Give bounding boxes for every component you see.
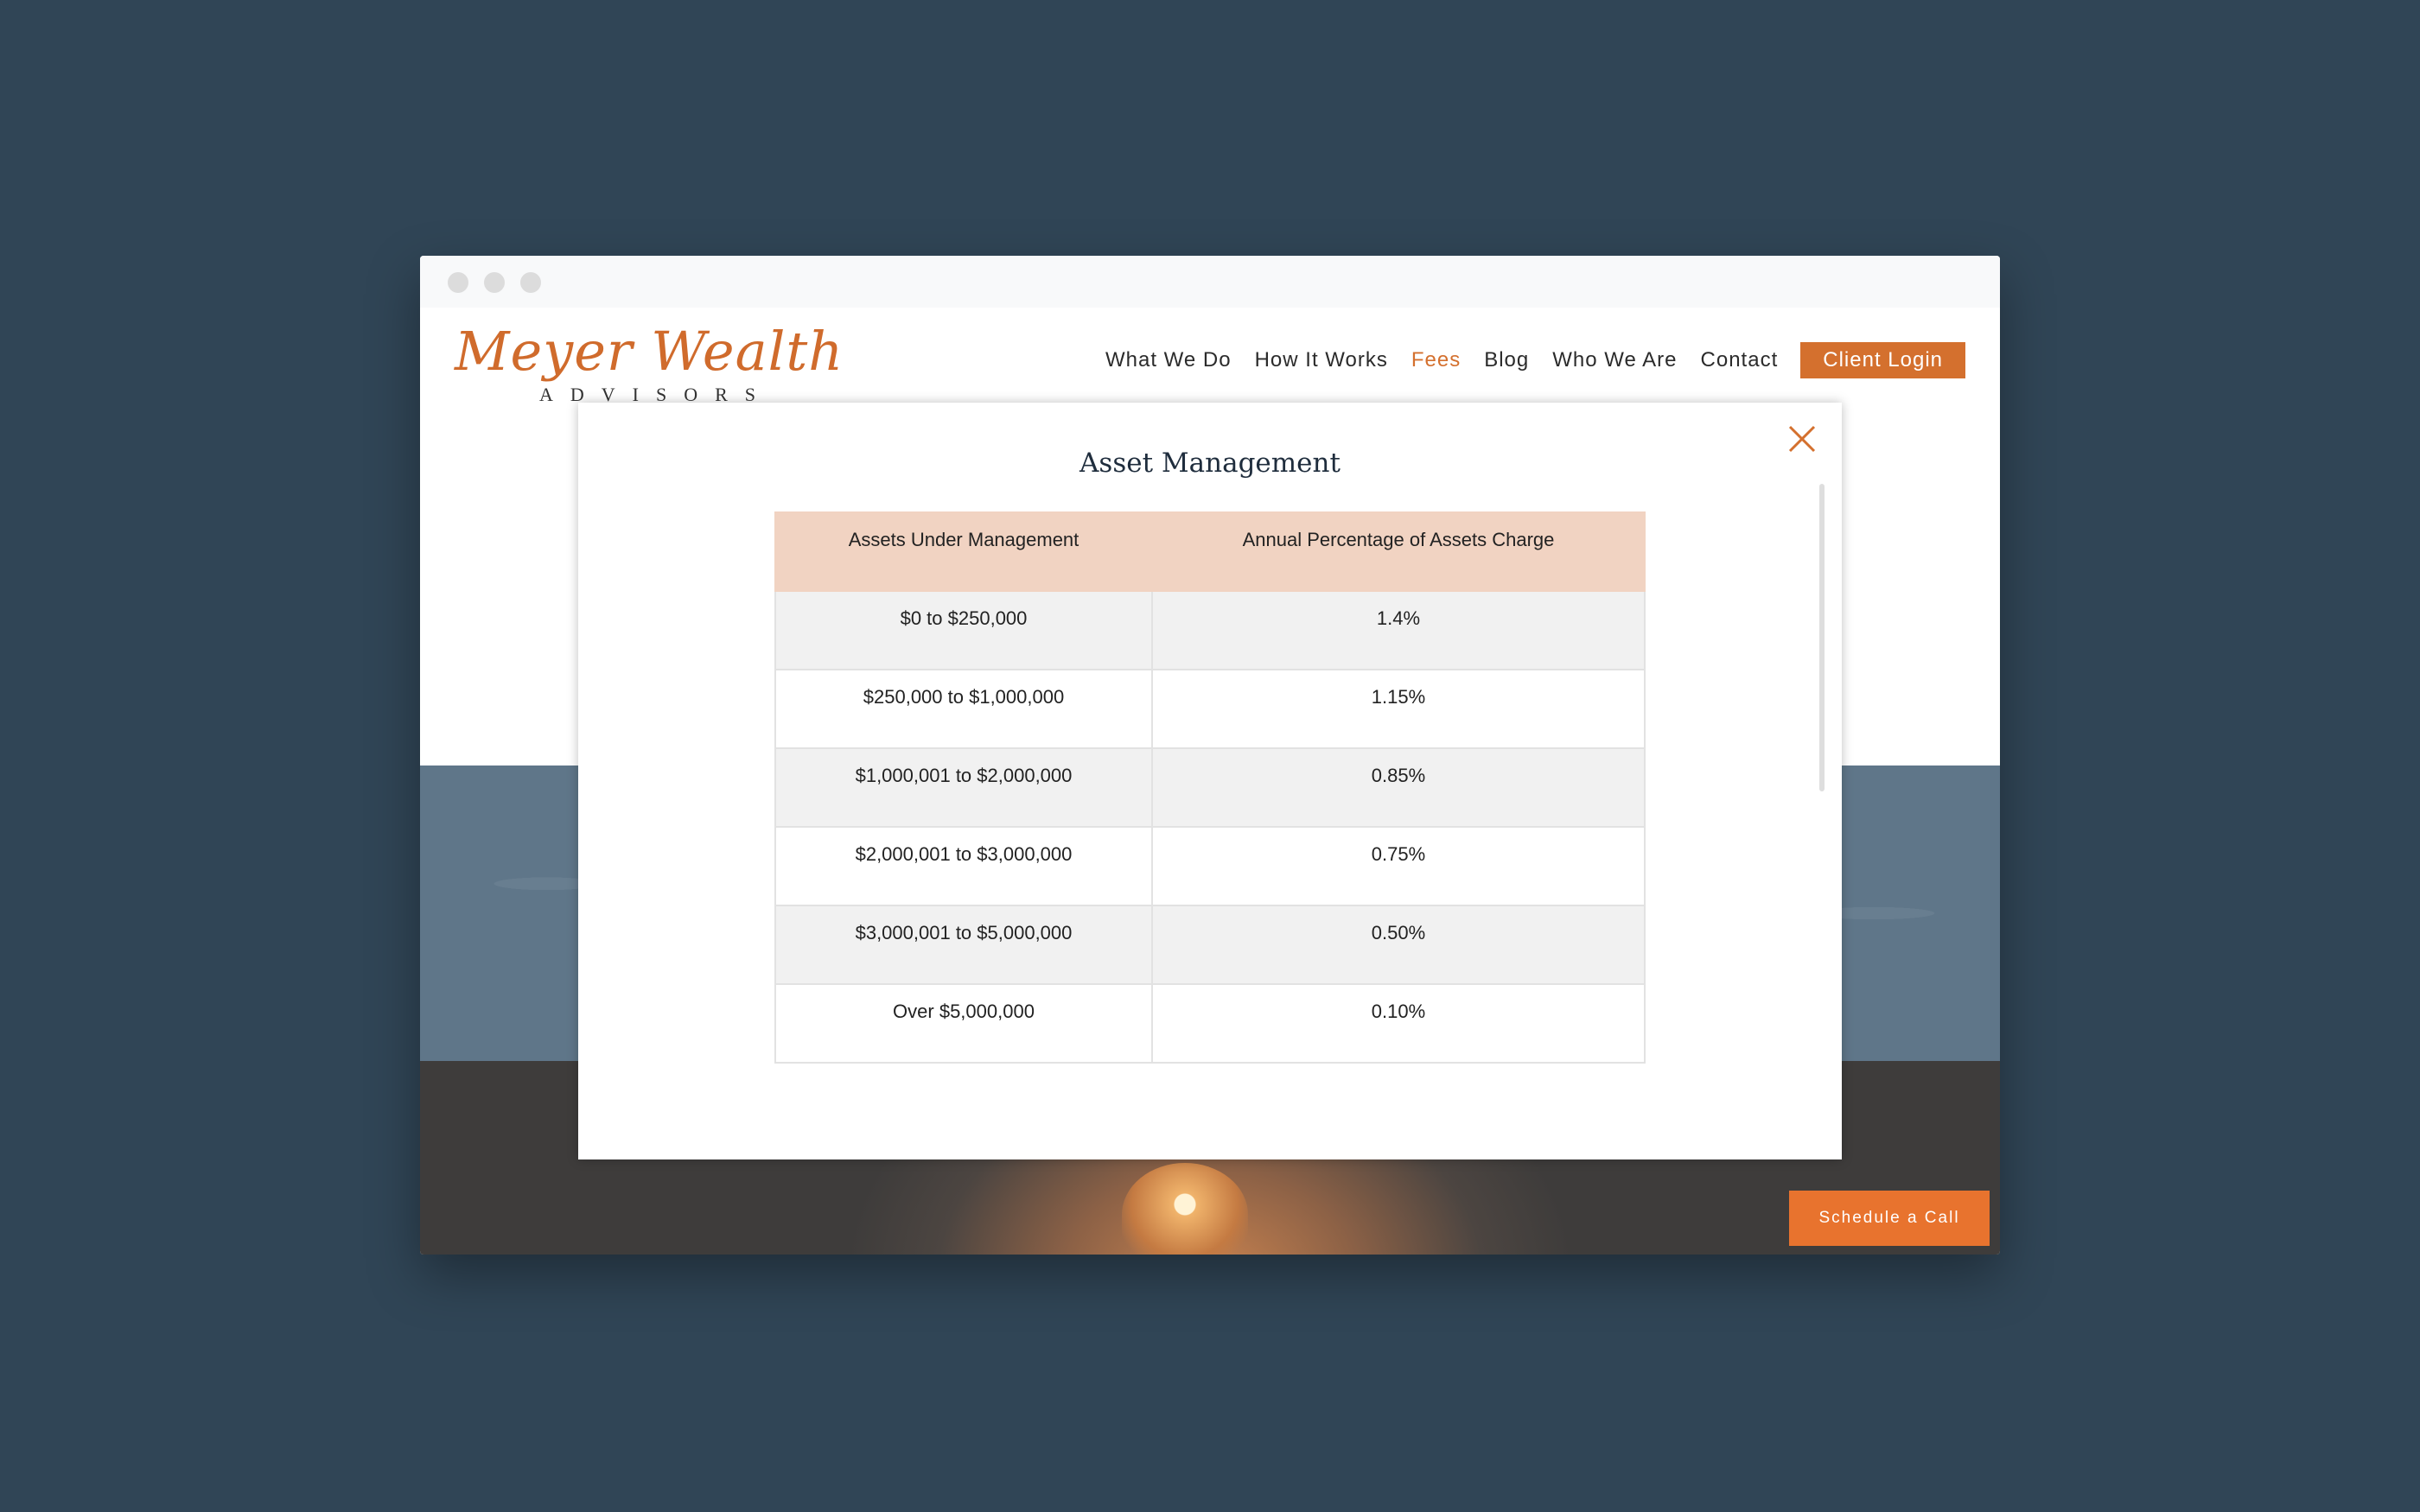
- table-row: $2,000,001 to $3,000,000 0.75%: [774, 826, 1646, 906]
- table-cell: $250,000 to $1,000,000: [774, 669, 1153, 749]
- fees-modal: Asset Management Assets Under Management…: [578, 403, 1842, 1159]
- table-cell: $1,000,001 to $2,000,000: [774, 747, 1153, 828]
- table-cell: Over $5,000,000: [774, 983, 1153, 1064]
- table-row: Over $5,000,000 0.10%: [774, 983, 1646, 1064]
- window-maximize-dot[interactable]: [520, 272, 541, 293]
- table-cell: 0.75%: [1151, 826, 1646, 906]
- table-cell: 0.10%: [1151, 983, 1646, 1064]
- nav-how-it-works[interactable]: How It Works: [1255, 348, 1388, 372]
- table-row: $250,000 to $1,000,000 1.15%: [774, 669, 1646, 749]
- nav-contact[interactable]: Contact: [1701, 348, 1779, 372]
- table-cell: 0.50%: [1151, 905, 1646, 985]
- table-row: $3,000,001 to $5,000,000 0.50%: [774, 905, 1646, 985]
- client-login-button[interactable]: Client Login: [1800, 342, 1965, 378]
- nav-fees[interactable]: Fees: [1411, 348, 1461, 372]
- modal-title: Asset Management: [1079, 448, 1341, 479]
- site-header: Meyer Wealth ADVISORS What We Do How It …: [420, 308, 2000, 416]
- table-cell: $2,000,001 to $3,000,000: [774, 826, 1153, 906]
- window-close-dot[interactable]: [448, 272, 468, 293]
- table-cell: 0.85%: [1151, 747, 1646, 828]
- table-cell: 1.15%: [1151, 669, 1646, 749]
- nav-who-we-are[interactable]: Who We Are: [1552, 348, 1677, 372]
- table-row: $0 to $250,000 1.4%: [774, 590, 1646, 670]
- table-row: $1,000,001 to $2,000,000 0.85%: [774, 747, 1646, 828]
- logo-script-text: Meyer Wealth: [455, 320, 844, 383]
- window-minimize-dot[interactable]: [484, 272, 505, 293]
- table-cell: $3,000,001 to $5,000,000: [774, 905, 1153, 985]
- nav-what-we-do[interactable]: What We Do: [1105, 348, 1232, 372]
- browser-titlebar: [420, 256, 2000, 309]
- fee-table: Assets Under Management Annual Percentag…: [774, 511, 1646, 1064]
- main-nav: What We Do How It Works Fees Blog Who We…: [1082, 342, 1965, 378]
- table-cell: 1.4%: [1151, 590, 1646, 670]
- table-header-row: Assets Under Management Annual Percentag…: [774, 511, 1646, 592]
- table-header-cell: Assets Under Management: [774, 511, 1153, 592]
- site-logo[interactable]: Meyer Wealth ADVISORS: [455, 320, 843, 410]
- browser-window: Meyer Wealth ADVISORS What We Do How It …: [420, 256, 2000, 1255]
- table-cell: $0 to $250,000: [774, 590, 1153, 670]
- schedule-call-button[interactable]: Schedule a Call: [1789, 1191, 1990, 1246]
- modal-scrollbar[interactable]: [1819, 484, 1825, 791]
- nav-blog[interactable]: Blog: [1484, 348, 1529, 372]
- table-header-cell: Annual Percentage of Assets Charge: [1151, 511, 1646, 592]
